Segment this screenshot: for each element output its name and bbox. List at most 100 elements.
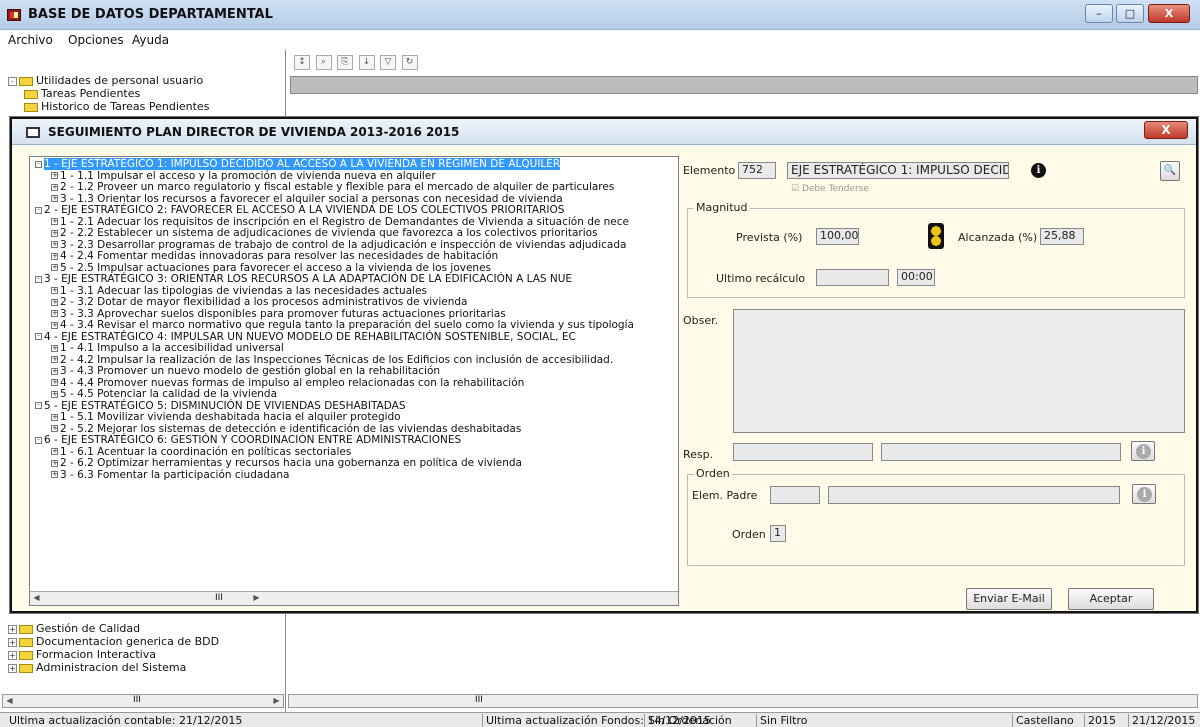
expand-icon[interactable]: + (51, 448, 58, 455)
expand-icon[interactable]: + (51, 379, 58, 386)
window-title: BASE DE DATOS DEPARTAMENTAL (28, 7, 273, 22)
expand-icon[interactable]: + (51, 413, 58, 421)
close-button[interactable]: X (1148, 4, 1190, 23)
collapse-icon[interactable]: - (35, 160, 42, 168)
expand-icon[interactable]: + (51, 298, 58, 306)
plan-tree-label: 3 - 6.3 Fomentar la participación ciudad… (60, 468, 290, 481)
scroll-thumb-mark[interactable]: III (133, 695, 141, 705)
expand-icon[interactable]: + (51, 229, 58, 237)
expand-icon[interactable]: + (51, 367, 58, 375)
nav-tree-item[interactable]: + Documentacion generica de BDD (8, 635, 219, 648)
resp-code-field[interactable] (733, 443, 873, 461)
menu-ayuda[interactable]: Ayuda (132, 33, 169, 47)
scroll-thumb-mark[interactable]: III (475, 695, 483, 705)
minimize-button[interactable]: – (1085, 4, 1113, 23)
scroll-right-icon[interactable]: ▶ (250, 592, 263, 604)
content-header-strip (290, 76, 1198, 94)
expand-icon[interactable]: + (51, 471, 58, 478)
elemento-name-field[interactable]: EJE ESTRATÉGICO 1: IMPULSO DECIDIDO (787, 162, 1009, 179)
copy-icon[interactable]: ⎘ (337, 55, 353, 70)
nav-tree-item[interactable]: Tareas Pendientes (8, 87, 209, 100)
nav-tree-item[interactable]: - Utilidades de personal usuario (8, 74, 209, 87)
expand-icon[interactable]: + (51, 390, 58, 398)
expand-icon[interactable]: + (8, 663, 17, 673)
nav-tree-label: Historico de Tareas Pendientes (41, 100, 210, 113)
expand-icon[interactable]: + (51, 241, 58, 248)
filter-icon[interactable]: ▽ (380, 55, 396, 70)
plan-tree[interactable]: -1 - EJE ESTRATÉGICO 1: IMPULSO DECIDIDO… (29, 156, 679, 606)
collapse-icon[interactable]: - (35, 402, 42, 409)
scroll-left-icon[interactable]: ◀ (30, 592, 43, 604)
elem-padre-code-field[interactable] (770, 486, 820, 504)
orden-field[interactable]: 1 (770, 525, 786, 542)
binoculars-icon[interactable]: ⌕ (315, 55, 332, 70)
expand-icon[interactable]: + (51, 310, 58, 317)
accept-button[interactable]: Aceptar (1068, 588, 1154, 610)
plan-tree-hscroll[interactable]: ◀ III ▶ (30, 591, 678, 605)
nav-tree-item[interactable]: + Formacion Interactiva (8, 648, 219, 661)
expand-icon[interactable]: + (51, 218, 58, 225)
menu-archivo[interactable]: Archivo (8, 33, 53, 47)
sort-az-icon[interactable]: ↓ (358, 55, 375, 70)
observaciones-textarea[interactable] (733, 309, 1185, 433)
sort-icon[interactable]: ↕ (294, 55, 310, 70)
padre-info-button[interactable]: i (1132, 484, 1156, 504)
collapse-icon[interactable]: - (8, 76, 17, 86)
info-icon[interactable]: i (1031, 163, 1046, 178)
expand-icon[interactable]: + (51, 459, 58, 467)
prevista-field[interactable]: 100,00 (816, 228, 859, 245)
nav-tree-label: Documentacion generica de BDD (36, 635, 220, 648)
maximize-button[interactable]: □ (1116, 4, 1144, 23)
resp-name-field[interactable] (881, 443, 1121, 461)
folder-icon (19, 637, 33, 647)
recalculo-time-field[interactable]: 00:00 (897, 269, 935, 286)
elem-padre-name-field[interactable] (828, 486, 1120, 504)
expand-icon[interactable]: + (8, 637, 17, 647)
scroll-right-icon[interactable]: ▶ (270, 695, 283, 707)
plan-tree-label: 2 - EJE ESTRATÉGICO 2: FAVORECER EL ACCE… (44, 204, 565, 216)
expand-icon[interactable]: + (51, 195, 58, 202)
plan-tree-label: 1 - 6.1 Acentuar la coordinación en polí… (60, 445, 352, 458)
send-email-button[interactable]: Enviar E-Mail (966, 588, 1052, 610)
content-hscroll[interactable]: III (288, 694, 1198, 708)
refresh-icon[interactable]: ↻ (401, 55, 418, 70)
nav-tree-item[interactable]: + Gestión de Calidad (8, 622, 219, 635)
plan-tree-label: 1 - EJE ESTRATÉGICO 1: IMPULSO DECIDIDO … (44, 158, 561, 170)
expand-icon[interactable]: + (51, 183, 58, 191)
nav-tree-hscroll[interactable]: ◀ III ▶ (2, 694, 284, 708)
elemento-id-field[interactable]: 752 (738, 162, 776, 179)
orden-label: Orden (732, 528, 766, 541)
tendencia-checkbox[interactable]: ☑ Debe Tenderse (791, 184, 869, 194)
expand-icon[interactable]: + (8, 650, 17, 660)
plan-tree-medida[interactable]: +3 - 6.3 Fomentar la participación ciuda… (35, 468, 634, 482)
resp-info-button[interactable]: i (1131, 441, 1155, 461)
nav-tree-item[interactable]: Historico de Tareas Pendientes (8, 100, 209, 113)
alcanzada-field[interactable]: 25,88 (1040, 228, 1084, 245)
expand-icon[interactable]: + (51, 344, 58, 352)
nav-tree-item[interactable]: + Administracion del Sistema (8, 661, 219, 674)
nav-tree-label: Gestión de Calidad (36, 622, 141, 635)
nav-tree-label: Tareas Pendientes (41, 87, 141, 100)
menu-opciones[interactable]: Opciones (68, 33, 124, 47)
expand-icon[interactable]: + (51, 252, 58, 260)
expand-icon[interactable]: + (51, 425, 58, 432)
collapse-icon[interactable]: - (35, 275, 42, 283)
collapse-icon[interactable]: - (35, 333, 42, 340)
plan-tree-label: 2 - 1.2 Proveer un marco regulatorio y f… (60, 181, 615, 193)
recalculo-date-field[interactable] (816, 269, 889, 286)
expand-icon[interactable]: + (51, 172, 58, 179)
dialog-close-button[interactable]: X (1144, 121, 1188, 139)
magnitud-group: Magnitud Prevista (%) 100,00 Alcanzada (… (687, 201, 1185, 298)
expand-icon[interactable]: + (8, 624, 17, 634)
scroll-thumb-mark[interactable]: III (215, 593, 223, 603)
plan-tree-label: 1 - 5.1 Movilizar vivienda deshabitada h… (60, 411, 401, 423)
collapse-icon[interactable]: - (35, 206, 42, 214)
scroll-left-icon[interactable]: ◀ (3, 695, 16, 707)
expand-icon[interactable]: + (51, 356, 58, 363)
expand-icon[interactable]: + (51, 264, 58, 271)
preview-button[interactable]: 🔍 (1160, 161, 1180, 181)
expand-icon[interactable]: + (51, 321, 58, 329)
collapse-icon[interactable]: - (35, 436, 42, 444)
folder-icon (19, 76, 33, 86)
expand-icon[interactable]: + (51, 287, 58, 294)
